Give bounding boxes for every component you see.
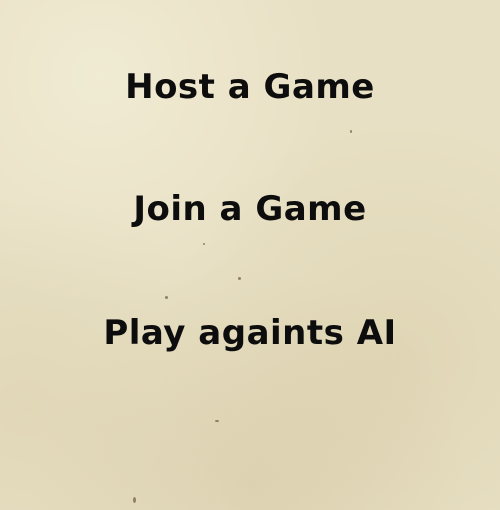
paper-speck bbox=[165, 296, 168, 299]
paper-speck bbox=[203, 243, 205, 245]
main-menu: Host a Game Join a Game Play againts AI bbox=[0, 0, 500, 510]
paper-speck bbox=[238, 277, 241, 280]
paper-speck bbox=[133, 497, 136, 503]
host-game-button[interactable]: Host a Game bbox=[0, 67, 500, 107]
paper-speck bbox=[350, 130, 352, 133]
paper-speck bbox=[215, 420, 219, 422]
join-game-button[interactable]: Join a Game bbox=[0, 189, 500, 229]
play-against-ai-button[interactable]: Play againts AI bbox=[0, 313, 500, 353]
